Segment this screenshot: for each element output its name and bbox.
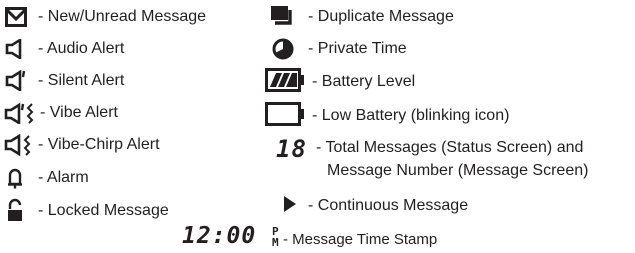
duplicate-message-icon [269, 4, 295, 28]
vibe-chirp-alert-label: - Vibe-Chirp Alert [38, 136, 160, 153]
private-time-label: - Private Time [308, 40, 407, 57]
speaker-vibe-icon [4, 102, 40, 124]
time-stamp-digits: 12:00 [182, 223, 257, 249]
alarm-label: - Alarm [38, 169, 89, 186]
vibe-alert-label: - Vibe Alert [40, 104, 118, 121]
continuous-message-label: - Continuous Message [308, 197, 469, 214]
speaker-silent-icon [4, 69, 32, 91]
envelope-icon [4, 6, 28, 28]
locked-message-label: - Locked Message [38, 202, 169, 219]
new-unread-message-label: - New/Unread Message [38, 8, 207, 25]
padlock-icon [6, 197, 24, 223]
battery-level-label: - Battery Level [312, 73, 416, 90]
icon-legend: - New/Unread Message - Audio Alert - Sil… [0, 0, 635, 253]
low-battery-label: - Low Battery (blinking icon) [312, 107, 510, 124]
speaker-icon [4, 38, 26, 60]
message-time-stamp-label: - Message Time Stamp [283, 231, 438, 248]
message-number-label: Message Number (Message Screen) [327, 162, 589, 179]
clock-pie-icon [271, 37, 295, 61]
speaker-vibe-chirp-icon [4, 134, 38, 156]
digits-icon: 18 [276, 135, 307, 163]
duplicate-message-label: - Duplicate Message [308, 8, 454, 25]
pm-bottom-letter: M [272, 236, 279, 249]
battery-full-icon [265, 67, 305, 93]
play-triangle-icon [281, 193, 299, 215]
silent-alert-label: - Silent Alert [38, 72, 125, 89]
audio-alert-label: - Audio Alert [38, 40, 125, 57]
battery-empty-icon [265, 101, 305, 127]
bell-icon [6, 166, 24, 190]
total-messages-label: - Total Messages (Status Screen) and [316, 139, 584, 156]
